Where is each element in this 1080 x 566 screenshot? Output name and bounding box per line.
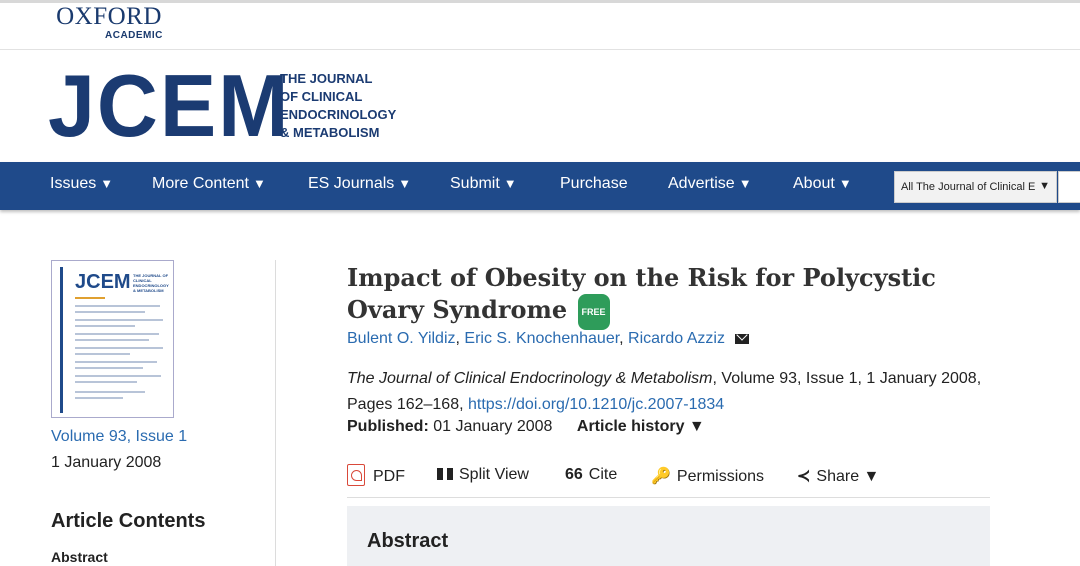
envelope-icon[interactable] <box>735 334 750 344</box>
jcem-logo[interactable]: JCEM <box>48 62 290 150</box>
cover-logo: JCEM <box>75 271 131 293</box>
permissions-button[interactable]: 🔑 Permissions <box>651 466 764 486</box>
published-line: Published: 01 January 2008 Article histo… <box>347 418 705 436</box>
cover-text-line <box>75 333 159 335</box>
share-button[interactable]: ≺ Share ▼ <box>797 466 879 486</box>
top-bar: OXFORD ACADEMIC <box>0 0 1080 50</box>
key-icon: 🔑 <box>651 468 671 485</box>
nav-label: Purchase <box>560 175 628 192</box>
nav-purchase[interactable]: Purchase <box>560 175 628 193</box>
cover-text-line <box>75 311 145 313</box>
volume-issue-link[interactable]: Volume 93, Issue 1 <box>51 428 187 446</box>
article-title: Impact of Obesity on the Risk for Polycy… <box>347 262 987 330</box>
cover-subtitle: THE JOURNAL OF CLINICAL ENDOCRINOLOGY & … <box>133 273 169 293</box>
published-label: Published: <box>347 418 429 435</box>
nav-label: Advertise <box>668 175 735 192</box>
cover-text-line <box>75 353 130 355</box>
share-icon: ≺ <box>797 468 811 485</box>
author-link[interactable]: Ricardo Azziz <box>628 330 725 347</box>
nav-submit[interactable]: Submit ▼ <box>450 175 517 193</box>
tagline-line: THE JOURNAL <box>280 71 373 86</box>
nav-label: ES Journals <box>308 175 395 192</box>
search-scope-value: All The Journal of Clinical E <box>901 181 1036 193</box>
article-contents-heading: Article Contents <box>51 510 206 532</box>
citation: The Journal of Clinical Endocrinology & … <box>347 366 987 418</box>
caret-down-icon: ▼ <box>100 176 114 191</box>
pdf-button[interactable]: PDF <box>347 464 405 486</box>
doi-link[interactable]: https://doi.org/10.1210/jc.2007-1834 <box>468 396 724 413</box>
cite-button[interactable]: 66 Cite <box>565 466 617 484</box>
split-view-label: Split View <box>459 466 529 483</box>
article-title-text: Impact of Obesity on the Risk for Polycy… <box>347 263 936 324</box>
abstract-heading: Abstract <box>367 530 449 552</box>
article-history-toggle[interactable]: Article history ▼ <box>577 418 705 435</box>
author-link[interactable]: Eric S. Knochenhauer <box>464 330 619 347</box>
nav-more-content[interactable]: More Content ▼ <box>152 175 266 193</box>
article-toolbar: PDF Split View 66 Cite 🔑 Permissions ≺ Shar… <box>347 464 990 498</box>
author-list: Bulent O. Yildiz, Eric S. Knochenhauer, … <box>347 330 750 348</box>
masthead: JCEM THE JOURNAL OF CLINICAL ENDOCRINOLO… <box>0 50 1080 162</box>
nav-label: Submit <box>450 175 500 192</box>
cover-divider <box>75 297 105 299</box>
cover-text-line <box>75 397 123 399</box>
nav-label: About <box>793 175 835 192</box>
citation-journal: The Journal of Clinical Endocrinology & … <box>347 370 713 387</box>
cover-page: JCEM THE JOURNAL OF CLINICAL ENDOCRINOLO… <box>60 267 170 413</box>
free-badge: FREE <box>577 294 610 330</box>
contents-item-abstract[interactable]: Abstract <box>51 549 108 565</box>
caret-down-icon: ▼ <box>738 176 752 191</box>
share-label: Share ▼ <box>816 468 880 485</box>
nav-label: Issues <box>50 175 97 192</box>
main-nav: Issues ▼ More Content ▼ ES Journals ▼ Submi… <box>0 162 1080 210</box>
cover-text-line <box>75 391 145 393</box>
cover-text-line <box>75 305 160 307</box>
issue-cover-image[interactable]: JCEM THE JOURNAL OF CLINICAL ENDOCRINOLO… <box>51 260 174 418</box>
tagline-line: OF CLINICAL <box>280 89 363 104</box>
caret-down-icon: ▼ <box>1039 180 1050 192</box>
quote-icon: 66 <box>565 466 583 483</box>
pdf-icon <box>347 464 365 486</box>
nav-about[interactable]: About ▼ <box>793 175 852 193</box>
split-view-icon <box>437 468 453 480</box>
cover-text-line <box>75 381 137 383</box>
cover-text-line <box>75 375 161 377</box>
journal-tagline: THE JOURNAL OF CLINICAL ENDOCRINOLOGY & … <box>280 70 400 142</box>
nav-label: More Content <box>152 175 249 192</box>
split-view-button[interactable]: Split View <box>437 466 529 484</box>
caret-down-icon: ▼ <box>252 176 266 191</box>
permissions-label: Permissions <box>676 468 765 485</box>
published-date: 01 January 2008 <box>433 418 553 435</box>
cover-text-line <box>75 339 149 341</box>
cover-text-line <box>75 367 143 369</box>
abstract-section: Abstract <box>347 506 990 566</box>
tagline-line: & METABOLISM <box>280 125 380 140</box>
nav-es-journals[interactable]: ES Journals ▼ <box>308 175 411 193</box>
oxford-academic-logo[interactable]: OXFORD ACADEMIC <box>50 3 168 41</box>
search-scope-select[interactable]: All The Journal of Clinical E ▼ <box>894 171 1057 203</box>
nav-advertise[interactable]: Advertise ▼ <box>668 175 752 193</box>
oxford-name: OXFORD <box>56 3 162 30</box>
caret-down-icon: ▼ <box>398 176 412 191</box>
cover-text-line <box>75 325 135 327</box>
cite-label: Cite <box>588 466 618 483</box>
tagline-line: ENDOCRINOLOGY <box>280 107 397 122</box>
caret-down-icon: ▼ <box>503 176 517 191</box>
pdf-label: PDF <box>373 468 405 485</box>
cover-text-line <box>75 361 157 363</box>
caret-down-icon: ▼ <box>838 176 852 191</box>
search-input[interactable] <box>1058 171 1080 203</box>
cover-text-line <box>75 347 163 349</box>
oxford-sub: ACADEMIC <box>105 30 163 41</box>
cover-text-line <box>75 319 163 321</box>
nav-issues[interactable]: Issues ▼ <box>50 175 113 193</box>
author-link[interactable]: Bulent O. Yildiz <box>347 330 456 347</box>
sidebar-divider <box>275 260 276 566</box>
issue-date: 1 January 2008 <box>51 454 162 471</box>
